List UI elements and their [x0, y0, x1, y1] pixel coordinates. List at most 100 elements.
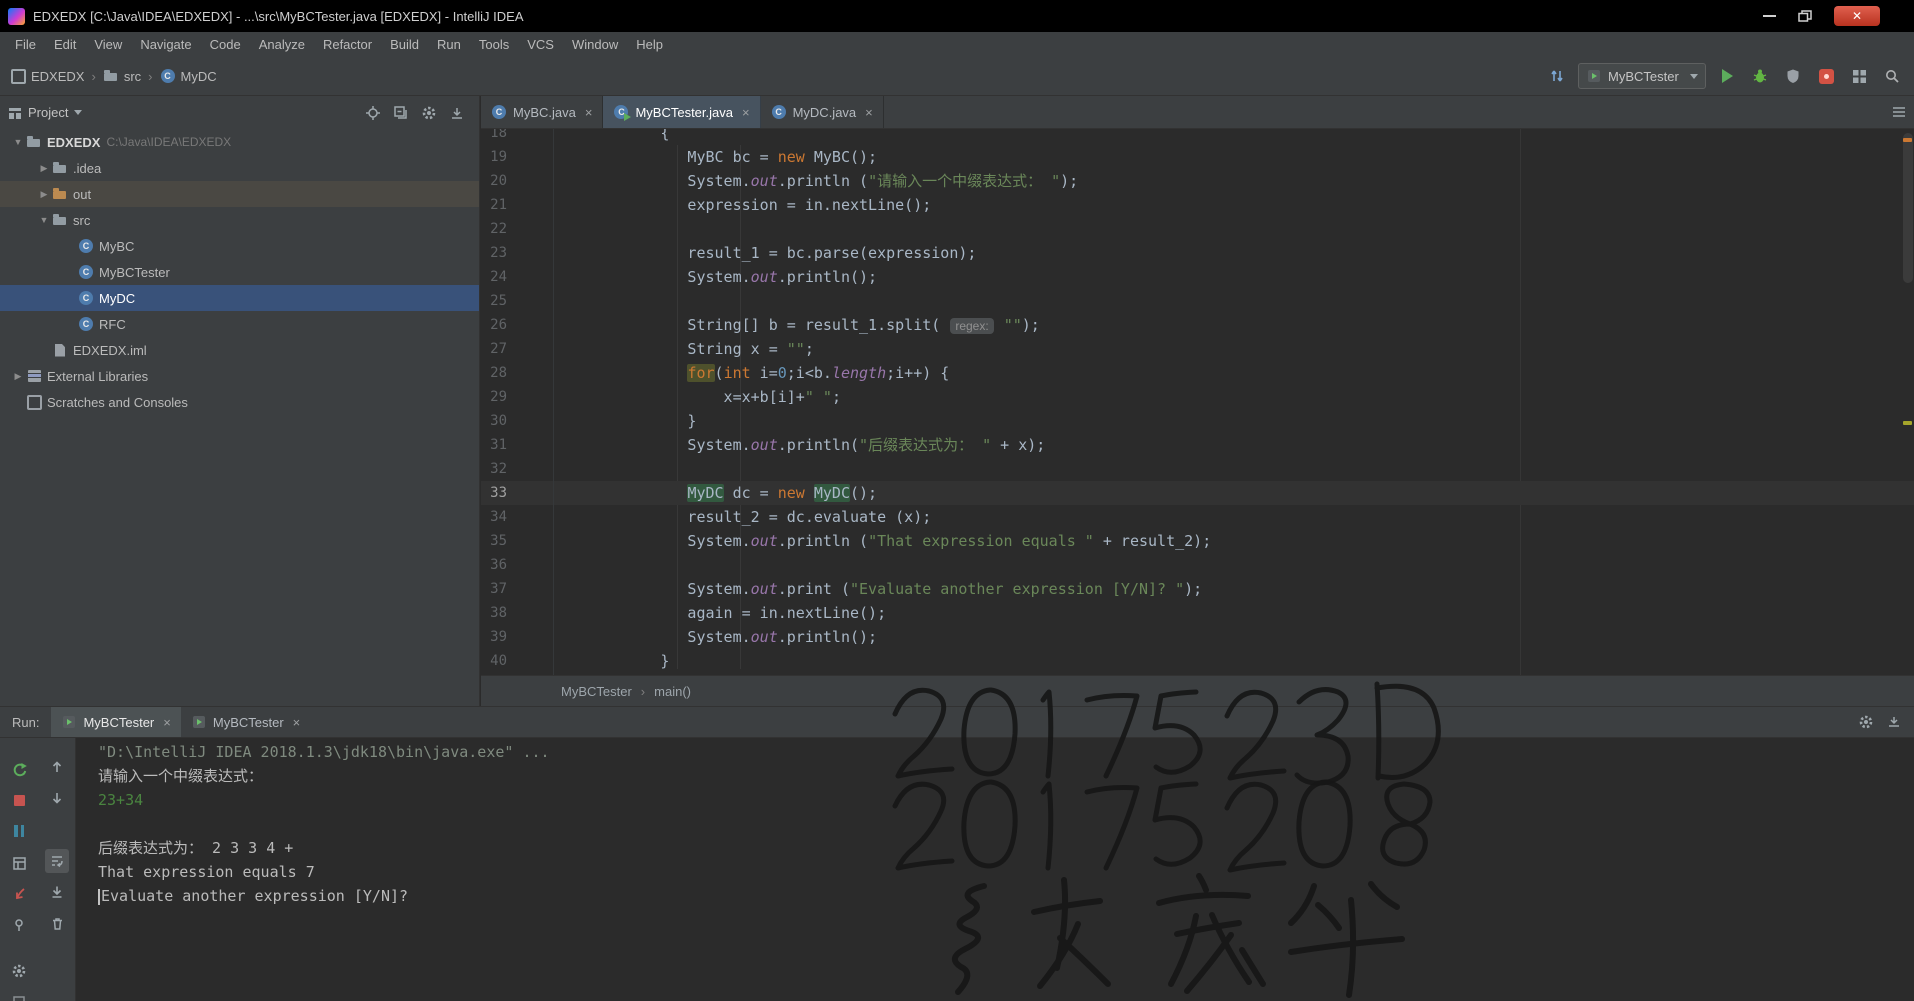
exit-button[interactable]	[7, 881, 31, 905]
code-line[interactable]: expression = in.nextLine();	[561, 193, 1914, 217]
line-number[interactable]: 37	[481, 577, 507, 601]
code-line[interactable]: System.out.println("后缀表达式为： " + x);	[561, 433, 1914, 457]
locate-icon[interactable]	[365, 105, 381, 121]
line-number[interactable]: 32	[481, 457, 507, 481]
code-line[interactable]: MyDC dc = new MyDC();	[561, 481, 1914, 505]
menu-item-code[interactable]: Code	[201, 32, 250, 57]
code-line[interactable]	[561, 553, 1914, 577]
line-number[interactable]: 23	[481, 241, 507, 265]
menu-item-help[interactable]: Help	[627, 32, 672, 57]
tree-item-src[interactable]: ▼ src	[0, 207, 479, 233]
tree-item-mydc[interactable]: MyDC	[0, 285, 479, 311]
code-line[interactable]: MyBC bc = new MyBC();	[561, 145, 1914, 169]
line-number[interactable]: 27	[481, 337, 507, 361]
tree-item-rfc[interactable]: RFC	[0, 311, 479, 337]
line-number[interactable]: 19	[481, 145, 507, 169]
console-output[interactable]: "D:\IntelliJ IDEA 2018.1.3\jdk18\bin\jav…	[76, 738, 1914, 1001]
code-line[interactable]: System.out.print ("Evaluate another expr…	[561, 577, 1914, 601]
line-number[interactable]: 20	[481, 169, 507, 193]
breadcrumb-item-edxedx[interactable]: EDXEDX	[10, 68, 84, 84]
menu-item-file[interactable]: File	[6, 32, 45, 57]
settings-icon[interactable]	[1858, 714, 1874, 730]
scroll-mark-warning[interactable]	[1903, 138, 1912, 142]
tab-mybctester-java[interactable]: MyBCTester.java ×	[603, 96, 761, 128]
tree-item-edxedx-iml[interactable]: EDXEDX.iml	[0, 337, 479, 363]
code-line[interactable]: String[] b = result_1.split( regex: "");	[561, 313, 1914, 337]
code-line[interactable]: System.out.println ("请输入一个中缀表达式： ");	[561, 169, 1914, 193]
code-line[interactable]: }while (again.compareTo ("Y")==0);	[561, 673, 1914, 675]
restore-icon[interactable]	[1798, 10, 1812, 22]
menu-item-navigate[interactable]: Navigate	[131, 32, 200, 57]
tree-collapsed-icon[interactable]: ▶	[36, 189, 52, 200]
editor-code[interactable]: { MyBC bc = new MyBC(); System.out.print…	[561, 129, 1914, 675]
menu-item-edit[interactable]: Edit	[45, 32, 85, 57]
code-line[interactable]: System.out.println ("That expression equ…	[561, 529, 1914, 553]
coverage-button[interactable]	[1781, 64, 1805, 88]
breadcrumb-method[interactable]: main()	[654, 684, 691, 699]
menu-item-build[interactable]: Build	[381, 32, 428, 57]
menu-item-run[interactable]: Run	[428, 32, 470, 57]
tree-collapsed-icon[interactable]: ▶	[36, 163, 52, 174]
tab-mybc-java[interactable]: MyBC.java ×	[481, 96, 604, 128]
code-line[interactable]	[561, 457, 1914, 481]
editor-surface[interactable]: 18 19 20 21 22 23 24 25 26 27 28 29 30 31 32 33 34 35 36 37…	[481, 129, 1914, 675]
code-line[interactable]: {	[561, 129, 1914, 145]
code-line[interactable]	[561, 217, 1914, 241]
code-line[interactable]: System.out.println();	[561, 265, 1914, 289]
restore-layout-button[interactable]	[7, 851, 31, 875]
line-number[interactable]: 22	[481, 217, 507, 241]
line-number[interactable]: 30	[481, 409, 507, 433]
line-number[interactable]: 28	[481, 361, 507, 385]
code-line[interactable]: }	[561, 649, 1914, 673]
line-number[interactable]: 38	[481, 601, 507, 625]
code-line[interactable]: result_2 = dc.evaluate (x);	[561, 505, 1914, 529]
line-number[interactable]: 41	[481, 673, 507, 675]
menu-item-vcs[interactable]: VCS	[518, 32, 563, 57]
scroll-mark-yellow[interactable]	[1903, 421, 1912, 425]
tree-item-edxedx[interactable]: ▼ EDXEDX C:\Java\IDEA\EDXEDX	[0, 129, 479, 155]
settings-icon[interactable]	[421, 105, 437, 121]
close-icon[interactable]: ×	[163, 715, 171, 730]
menu-item-view[interactable]: View	[85, 32, 131, 57]
run-tab-mybctester-1[interactable]: MyBCTester ×	[181, 707, 310, 737]
pause-output-button[interactable]	[7, 819, 31, 843]
line-number[interactable]: 40	[481, 649, 507, 673]
close-icon[interactable]: ×	[742, 105, 750, 120]
tree-item-idea[interactable]: ▶ .idea	[0, 155, 479, 181]
stop-button[interactable]	[7, 788, 31, 812]
menu-item-refactor[interactable]: Refactor	[314, 32, 381, 57]
up-stack-trace-button[interactable]	[45, 755, 69, 779]
clear-all-button[interactable]	[45, 911, 69, 935]
hide-panel-icon[interactable]	[1886, 714, 1902, 730]
hide-panel-icon[interactable]	[449, 105, 465, 121]
editor-gutter[interactable]: 18 19 20 21 22 23 24 25 26 27 28 29 30 31 32 33 34 35 36 37…	[481, 129, 553, 675]
collapse-all-icon[interactable]	[393, 105, 409, 121]
tree-item-mybctester[interactable]: MyBCTester	[0, 259, 479, 285]
menu-item-window[interactable]: Window	[563, 32, 627, 57]
tree-expanded-icon[interactable]: ▼	[36, 215, 52, 225]
breadcrumb-class[interactable]: MyBCTester	[561, 684, 632, 699]
line-number[interactable]: 21	[481, 193, 507, 217]
run-tab-mybctester-0[interactable]: MyBCTester ×	[51, 707, 181, 737]
editor-tabs-options[interactable]	[1892, 96, 1914, 128]
line-number[interactable]: 29	[481, 385, 507, 409]
soft-wrap-toggle[interactable]	[45, 849, 69, 873]
editor-scrollbar[interactable]	[1903, 133, 1913, 283]
console-settings-button[interactable]	[7, 959, 31, 983]
breadcrumb-item-mydc[interactable]: MyDC	[160, 68, 217, 84]
close-icon[interactable]: ×	[585, 105, 593, 120]
line-number[interactable]: 34	[481, 505, 507, 529]
chevron-down-icon[interactable]	[74, 110, 83, 115]
code-line[interactable]: System.out.println();	[561, 625, 1914, 649]
breadcrumb-item-src[interactable]: src	[103, 68, 141, 84]
project-structure-button[interactable]	[1847, 64, 1871, 88]
tree-item-mybc[interactable]: MyBC	[0, 233, 479, 259]
down-stack-trace-button[interactable]	[45, 786, 69, 810]
debug-button[interactable]	[1748, 64, 1772, 88]
rerun-button[interactable]	[7, 758, 31, 782]
code-line[interactable]: x=x+b[i]+" ";	[561, 385, 1914, 409]
close-icon[interactable]: ×	[293, 715, 301, 730]
line-number[interactable]: 36	[481, 553, 507, 577]
docked-mode-button[interactable]	[7, 990, 31, 1001]
line-number[interactable]: 25	[481, 289, 507, 313]
